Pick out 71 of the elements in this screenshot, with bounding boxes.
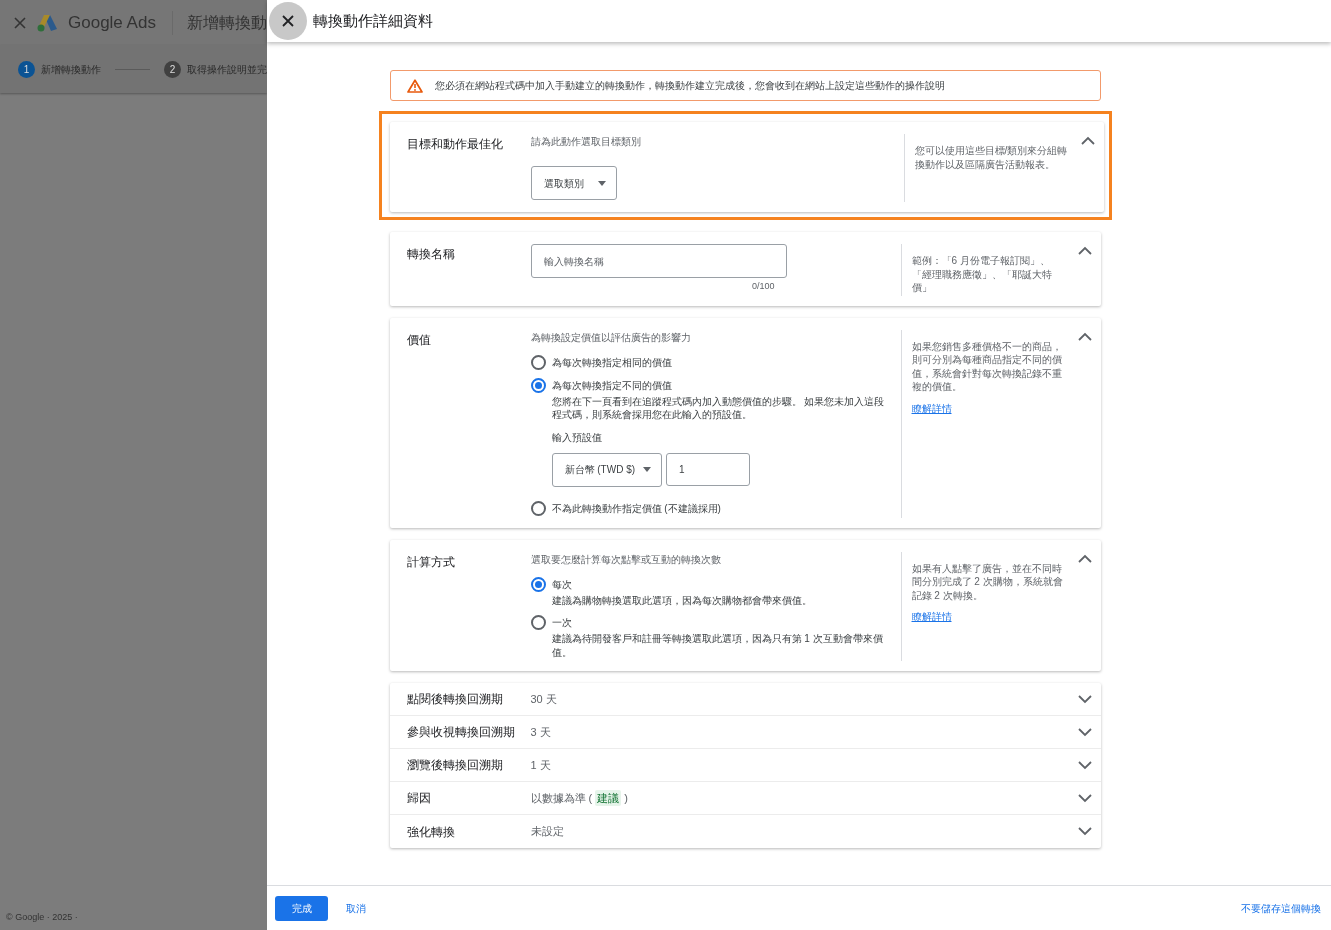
collapse-chevron-icon[interactable]: [1077, 246, 1092, 255]
option-description: 建議為待開發客戶和註冊等轉換選取此選項，因為只有第 1 次互動會帶來價值。: [551, 632, 884, 659]
option-label: 不為此轉換動作指定價值 (不建議採用): [551, 501, 721, 516]
currency-dropdown[interactable]: 新台幣 (TWD $): [551, 452, 663, 487]
setting-label: 強化轉換: [405, 823, 456, 841]
ads-logo-icon: [36, 12, 58, 33]
expand-chevron-icon[interactable]: [1077, 793, 1092, 803]
help-text: 如果有人點擊了廣告，並在不同時間分別完成了 2 次購物，系統就會記錄 2 次轉換。: [911, 561, 1064, 602]
close-icon: [282, 15, 294, 27]
expand-chevron-icon[interactable]: [1077, 827, 1092, 836]
dropdown-caret-icon: [643, 467, 652, 472]
section-prompt: 為轉換設定價值以評估廣告的影響力: [530, 330, 692, 345]
setting-label: 瀏覽後轉換回溯期: [405, 757, 504, 774]
section-label: 計算方式: [405, 553, 456, 571]
option-description: 建議為購物轉換選取此選項，因為每次購物都會帶來價值。: [551, 593, 812, 607]
step-number: 2: [164, 60, 181, 78]
setting-value: 30 天: [530, 691, 557, 707]
close-button[interactable]: [269, 2, 307, 40]
warning-icon: [406, 78, 423, 93]
setting-value: ): [624, 790, 628, 806]
setting-value: 1 天: [530, 757, 551, 773]
step-label: 取得操作說明並完: [187, 62, 267, 77]
setting-label: 參與收視轉換回溯期: [405, 724, 516, 741]
copyright-text: © Google · 2025 ·: [5, 910, 79, 924]
help-text: 範例：「6 月份電子報訂閱」、「經理職務應徵」、「耶誕大特價」: [911, 254, 1053, 295]
expand-chevron-icon[interactable]: [1077, 760, 1092, 770]
recommended-tag: 建議: [595, 789, 622, 807]
option-label: 一次: [551, 616, 573, 630]
done-button[interactable]: 完成: [275, 895, 328, 921]
collapse-chevron-icon[interactable]: [1077, 553, 1092, 563]
option-label: 為每次轉換指定相同的價值: [551, 355, 672, 370]
close-icon[interactable]: [14, 16, 26, 29]
learn-more-link[interactable]: 瞭解詳情: [911, 610, 952, 624]
help-text: 如果您銷售多種價格不一的商品，則可分別為每種商品指定不同的價值，系統會針對每次轉換記錄不重複的價值。: [911, 339, 1063, 394]
default-value-label: 輸入預設值: [551, 430, 603, 445]
setting-label: 點閱後轉換回溯期: [405, 691, 504, 708]
dropdown-caret-icon: [597, 180, 606, 186]
value-input-field[interactable]: 1: [666, 452, 751, 486]
cancel-link[interactable]: 取消: [346, 900, 366, 916]
warning-text: 您必須在網站程式碼中加入手動建立的轉換動作，轉換動作建立完成後，您會收到在網站上設定這些動作的操作說明: [434, 79, 945, 93]
section-label: 目標和動作最佳化: [405, 136, 504, 153]
panel-title: 轉換動作詳細資料: [313, 10, 433, 31]
category-dropdown[interactable]: 選取類別: [530, 166, 617, 200]
step-number: 1: [18, 60, 35, 78]
setting-value: 3 天: [530, 724, 551, 740]
radio-button[interactable]: [530, 615, 546, 630]
help-text: 您可以使用這些目標/類別來分組轉換動作以及區隔廣告活動報表。: [914, 144, 1068, 171]
radio-button[interactable]: [530, 377, 546, 393]
learn-more-link[interactable]: 瞭解詳情: [911, 401, 952, 415]
radio-button[interactable]: [530, 576, 546, 592]
setting-label: 歸因: [405, 790, 432, 807]
discard-link[interactable]: 不要儲存這個轉換: [1241, 900, 1321, 916]
setting-value: 未設定: [530, 824, 564, 840]
character-counter: 0/100: [750, 280, 776, 293]
setting-value: 以數據為準 (: [530, 790, 593, 806]
section-prompt: 請為此動作選取目標類別: [530, 135, 642, 149]
section-label: 價值: [405, 331, 432, 349]
collapse-chevron-icon[interactable]: [1077, 331, 1092, 341]
option-label: 每次: [551, 577, 573, 592]
page-title: 新增轉換動: [171, 10, 267, 35]
radio-button[interactable]: [530, 354, 546, 370]
section-prompt: 選取要怎麼計算每次點擊或互動的轉換次數: [530, 552, 722, 567]
section-label: 轉換名稱: [405, 246, 456, 263]
logo-text: Google Ads: [68, 11, 156, 34]
expand-chevron-icon[interactable]: [1077, 727, 1092, 737]
name-input-field[interactable]: 輸入轉換名稱: [530, 244, 787, 278]
radio-button[interactable]: [530, 500, 546, 516]
expand-chevron-icon[interactable]: [1077, 694, 1092, 704]
option-label: 為每次轉換指定不同的價值: [551, 378, 673, 393]
option-description: 您將在下一頁看到在追蹤程式碼內加入動態價值的步驟。 如果您未加入這段程式碼，則系統會採用您在此輸入的預設值。: [551, 394, 886, 422]
collapse-chevron-icon[interactable]: [1080, 136, 1095, 145]
